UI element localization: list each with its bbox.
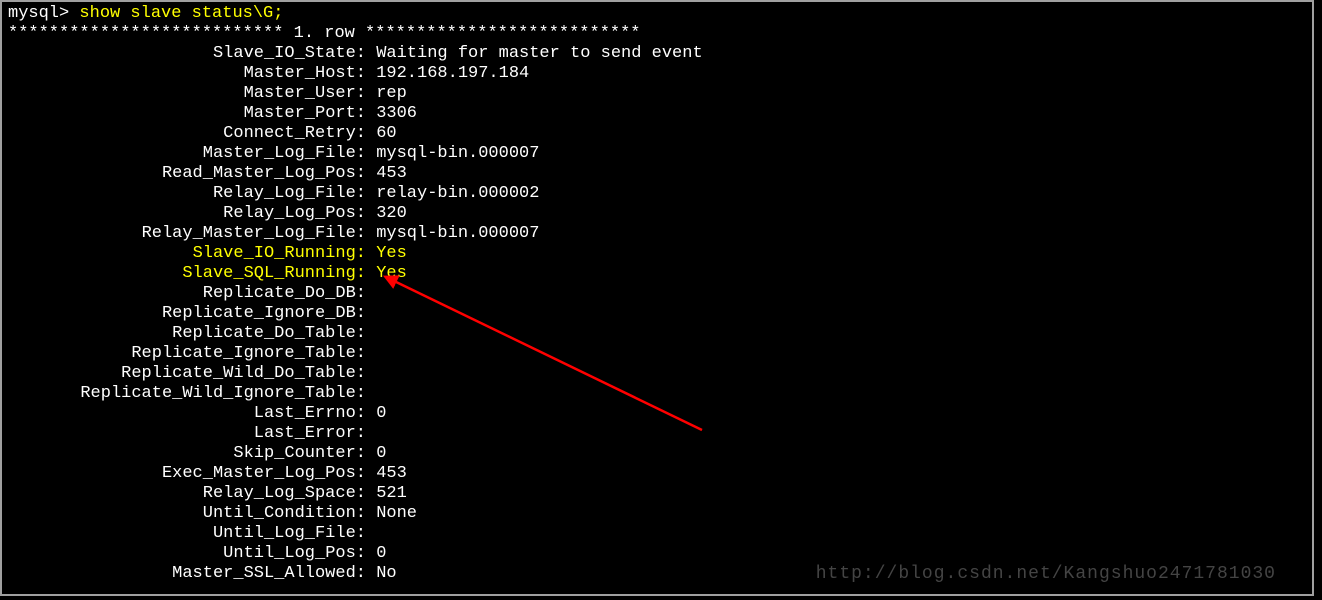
status-row: Slave_IO_State: Waiting for master to se…	[8, 44, 1306, 64]
status-label: Read_Master_Log_Pos:	[8, 164, 366, 184]
status-label: Master_Log_File:	[8, 144, 366, 164]
status-label: Replicate_Ignore_DB:	[8, 304, 366, 324]
status-label: Slave_SQL_Running:	[8, 264, 366, 284]
status-value: 320	[376, 204, 407, 224]
prompt-line[interactable]: mysql> show slave status\G;	[8, 4, 1306, 24]
status-value: Waiting for master to send event	[376, 44, 702, 64]
mysql-prompt: mysql>	[8, 4, 79, 23]
status-row: Until_Log_File:	[8, 524, 1306, 544]
status-value: Yes	[376, 264, 407, 284]
terminal-window[interactable]: mysql> show slave status\G; ************…	[0, 0, 1314, 596]
status-value: 0	[376, 544, 386, 564]
status-label: Skip_Counter:	[8, 444, 366, 464]
status-row: Replicate_Wild_Do_Table:	[8, 364, 1306, 384]
status-label: Replicate_Ignore_Table:	[8, 344, 366, 364]
watermark-text: http://blog.csdn.net/Kangshuo2471781030	[816, 564, 1276, 584]
status-value: 453	[376, 164, 407, 184]
status-label: Relay_Log_Space:	[8, 484, 366, 504]
status-value: No	[376, 564, 396, 584]
status-row: Master_User: rep	[8, 84, 1306, 104]
status-row: Last_Errno: 0	[8, 404, 1306, 424]
status-label: Relay_Log_File:	[8, 184, 366, 204]
status-value: mysql-bin.000007	[376, 224, 539, 244]
status-row: Master_Log_File: mysql-bin.000007	[8, 144, 1306, 164]
status-row: Relay_Log_Pos: 320	[8, 204, 1306, 224]
status-row: Relay_Log_File: relay-bin.000002	[8, 184, 1306, 204]
status-value: mysql-bin.000007	[376, 144, 539, 164]
status-label: Connect_Retry:	[8, 124, 366, 144]
status-label: Master_Host:	[8, 64, 366, 84]
status-label: Relay_Master_Log_File:	[8, 224, 366, 244]
row-header: *************************** 1. row *****…	[8, 24, 1306, 44]
status-value: rep	[376, 84, 407, 104]
status-row: Replicate_Do_Table:	[8, 324, 1306, 344]
status-row: Replicate_Do_DB:	[8, 284, 1306, 304]
status-label: Replicate_Wild_Do_Table:	[8, 364, 366, 384]
status-label: Replicate_Do_Table:	[8, 324, 366, 344]
status-row: Relay_Master_Log_File: mysql-bin.000007	[8, 224, 1306, 244]
status-row: Until_Condition: None	[8, 504, 1306, 524]
status-label: Last_Errno:	[8, 404, 366, 424]
status-row: Master_Port: 3306	[8, 104, 1306, 124]
status-label: Last_Error:	[8, 424, 366, 444]
status-row: Replicate_Ignore_DB:	[8, 304, 1306, 324]
status-label: Master_SSL_Allowed:	[8, 564, 366, 584]
command-text: show slave status\G;	[79, 4, 283, 23]
status-row: Slave_SQL_Running: Yes	[8, 264, 1306, 284]
status-label: Relay_Log_Pos:	[8, 204, 366, 224]
status-label: Replicate_Do_DB:	[8, 284, 366, 304]
status-row: Skip_Counter: 0	[8, 444, 1306, 464]
status-value: 453	[376, 464, 407, 484]
status-label: Master_User:	[8, 84, 366, 104]
status-value: None	[376, 504, 417, 524]
status-row: Connect_Retry: 60	[8, 124, 1306, 144]
status-value: relay-bin.000002	[376, 184, 539, 204]
status-value: 60	[376, 124, 396, 144]
status-row: Last_Error:	[8, 424, 1306, 444]
status-value: 521	[376, 484, 407, 504]
status-rows: Slave_IO_State: Waiting for master to se…	[8, 44, 1306, 584]
status-label: Slave_IO_Running:	[8, 244, 366, 264]
status-label: Replicate_Wild_Ignore_Table:	[8, 384, 366, 404]
status-value: 0	[376, 404, 386, 424]
status-label: Exec_Master_Log_Pos:	[8, 464, 366, 484]
status-value: 192.168.197.184	[376, 64, 529, 84]
status-row: Replicate_Wild_Ignore_Table:	[8, 384, 1306, 404]
status-value: 3306	[376, 104, 417, 124]
status-label: Until_Log_File:	[8, 524, 366, 544]
status-label: Slave_IO_State:	[8, 44, 366, 64]
status-label: Until_Condition:	[8, 504, 366, 524]
status-row: Replicate_Ignore_Table:	[8, 344, 1306, 364]
status-row: Relay_Log_Space: 521	[8, 484, 1306, 504]
status-label: Until_Log_Pos:	[8, 544, 366, 564]
status-row: Master_Host: 192.168.197.184	[8, 64, 1306, 84]
status-label: Master_Port:	[8, 104, 366, 124]
status-row: Read_Master_Log_Pos: 453	[8, 164, 1306, 184]
status-row: Slave_IO_Running: Yes	[8, 244, 1306, 264]
status-row: Until_Log_Pos: 0	[8, 544, 1306, 564]
status-row: Exec_Master_Log_Pos: 453	[8, 464, 1306, 484]
status-value: 0	[376, 444, 386, 464]
status-value: Yes	[376, 244, 407, 264]
